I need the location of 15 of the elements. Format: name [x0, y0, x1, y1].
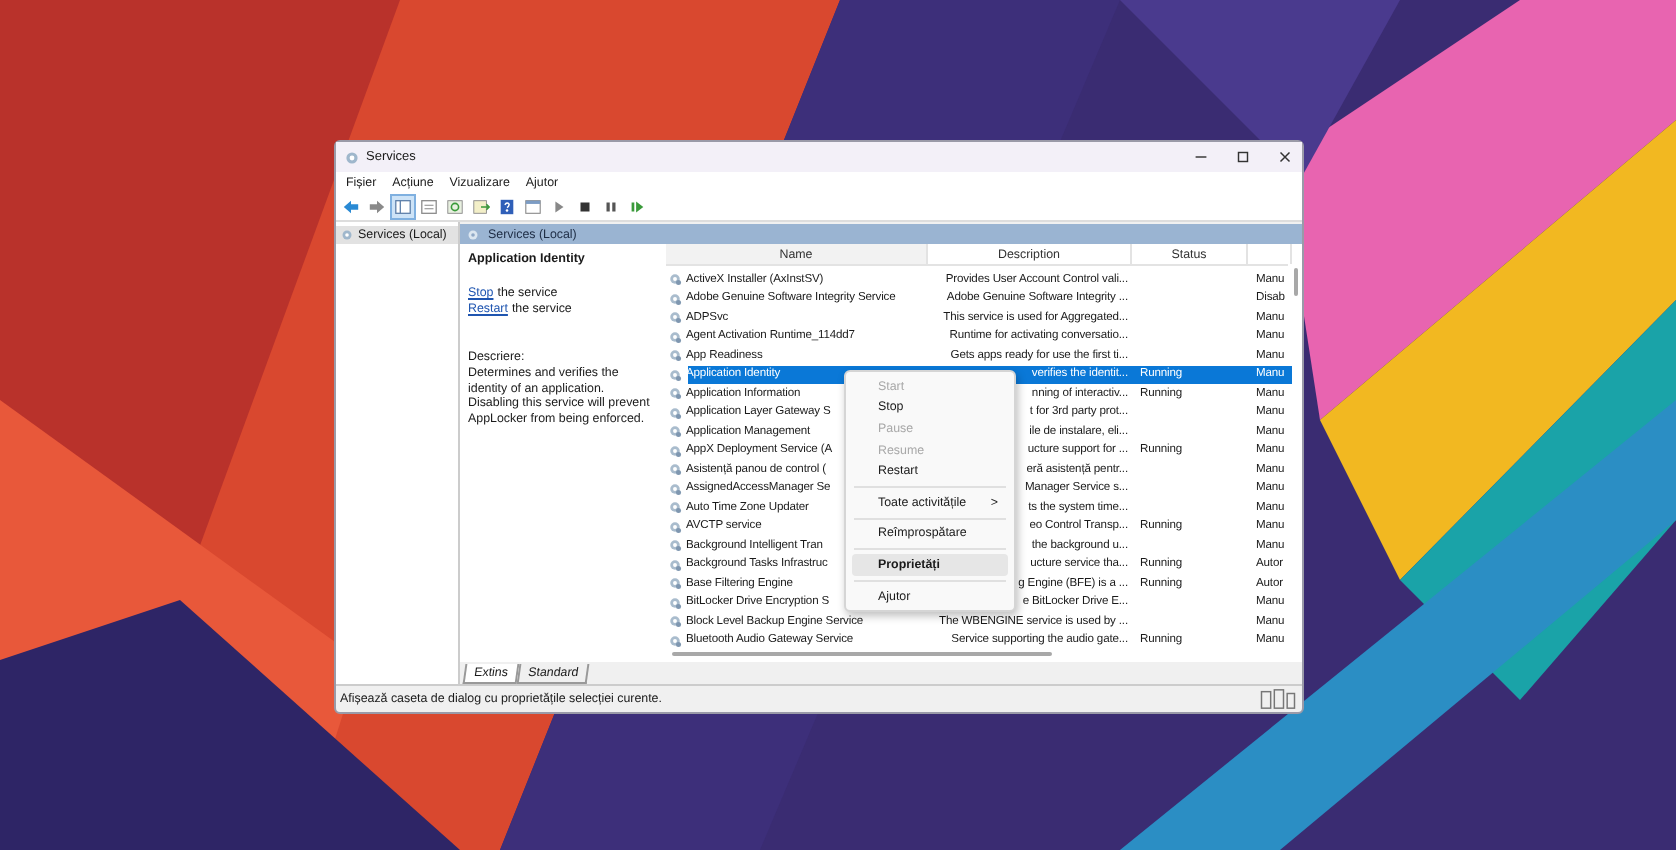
forward-arrow-icon[interactable]	[366, 196, 388, 218]
maximize-icon[interactable]	[1234, 148, 1252, 166]
gear-icon	[340, 228, 354, 242]
back-arrow-icon[interactable]	[340, 196, 362, 218]
scrollbar-thumb[interactable]	[672, 652, 1052, 656]
refresh-icon[interactable]	[444, 196, 466, 218]
restart-icon[interactable]	[626, 196, 648, 218]
scrollbar-thumb[interactable]	[1294, 268, 1298, 296]
console-tree-icon[interactable]	[392, 196, 414, 218]
export-icon[interactable]	[470, 196, 492, 218]
list-icon[interactable]	[418, 196, 440, 218]
help-icon[interactable]	[496, 196, 518, 218]
close-icon[interactable]	[1276, 148, 1294, 166]
gear-icon	[344, 149, 360, 165]
window-icon[interactable]	[522, 196, 544, 218]
